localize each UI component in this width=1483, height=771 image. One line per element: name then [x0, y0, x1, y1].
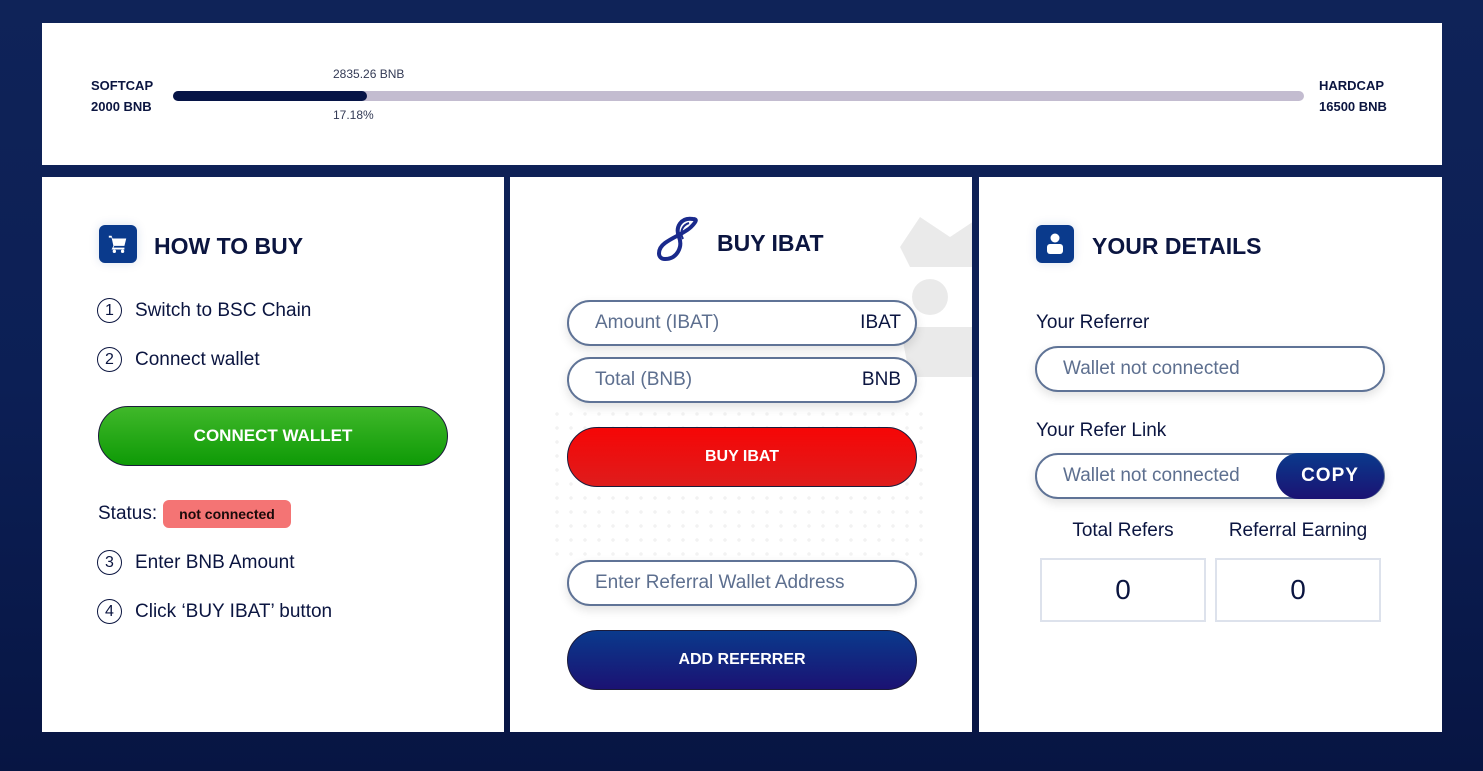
step-text: Connect wallet	[135, 348, 260, 370]
hardcap: HARDCAP 16500 BNB	[1319, 75, 1387, 117]
referrer-value: Wallet not connected	[1063, 358, 1240, 379]
copy-button[interactable]: COPY	[1276, 453, 1384, 499]
step-2: 2 Connect wallet	[97, 347, 260, 372]
progress-bar	[173, 91, 1304, 101]
ibat-logo-icon	[657, 216, 698, 262]
progress-fill	[173, 91, 368, 101]
hardcap-value: 16500 BNB	[1319, 99, 1387, 114]
refer-link-value: Wallet not connected	[1063, 465, 1240, 486]
your-details-title: YOUR DETAILS	[1092, 233, 1262, 259]
referral-earning-value: 0	[1215, 558, 1381, 622]
status-badge: not connected	[163, 500, 291, 528]
total-unit: BNB	[861, 369, 901, 390]
buy-panel: BUY IBAT Amount (IBAT) IBAT Total (BNB) …	[510, 177, 972, 732]
referrer-field: Wallet not connected	[1035, 346, 1385, 392]
how-to-buy-panel: HOW TO BUY 1 Switch to BSC Chain 2 Conne…	[42, 177, 504, 732]
step-text: Click ‘BUY IBAT’ button	[135, 600, 333, 622]
raised-amount: 2835.26 BNB	[333, 67, 405, 81]
softcap: SOFTCAP 2000 BNB	[91, 75, 153, 117]
step-number: 1	[97, 298, 122, 323]
step-1: 1 Switch to BSC Chain	[97, 298, 311, 323]
step-number: 3	[97, 550, 122, 575]
step-number: 2	[97, 347, 122, 372]
step-3: 3 Enter BNB Amount	[97, 550, 294, 575]
presale-progress-card: SOFTCAP 2000 BNB 2835.26 BNB 17.18% HARD…	[42, 23, 1442, 165]
refer-link-field: Wallet not connected COPY	[1035, 453, 1385, 499]
add-referrer-button[interactable]: ADD REFERRER	[567, 630, 917, 690]
buy-title: BUY IBAT	[717, 230, 824, 256]
referrer-label: Your Referrer	[1036, 312, 1150, 333]
buy-ibat-button[interactable]: BUY IBAT	[567, 427, 917, 487]
total-placeholder: Total (BNB)	[595, 369, 693, 390]
step-text: Switch to BSC Chain	[135, 299, 312, 321]
refer-link-label: Your Refer Link	[1036, 420, 1167, 441]
total-input[interactable]: Total (BNB) BNB	[567, 357, 917, 403]
status-label: Status:	[98, 503, 158, 524]
referral-address-input[interactable]: Enter Referral Wallet Address	[567, 560, 917, 606]
amount-unit: IBAT	[860, 312, 901, 333]
your-details-panel: YOUR DETAILS Your Referrer Wallet not co…	[979, 177, 1442, 732]
referral-placeholder: Enter Referral Wallet Address	[595, 572, 845, 593]
step-number: 4	[97, 599, 122, 624]
total-refers-value: 0	[1040, 558, 1206, 622]
user-icon	[1036, 225, 1074, 263]
progress-percent: 17.18%	[333, 108, 374, 122]
referral-earning-label: Referral Earning	[1228, 520, 1368, 541]
how-to-buy-title: HOW TO BUY	[154, 233, 304, 259]
step-4: 4 Click ‘BUY IBAT’ button	[97, 599, 332, 624]
amount-input[interactable]: Amount (IBAT) IBAT	[567, 300, 917, 346]
hardcap-label: HARDCAP	[1319, 78, 1384, 93]
step-text: Enter BNB Amount	[135, 551, 295, 573]
softcap-value: 2000 BNB	[91, 99, 152, 114]
total-refers-label: Total Refers	[1072, 520, 1174, 541]
amount-placeholder: Amount (IBAT)	[595, 312, 720, 333]
connect-wallet-button[interactable]: CONNECT WALLET	[98, 406, 448, 466]
connection-status: Status: not connected	[98, 500, 291, 528]
cart-icon	[99, 225, 137, 263]
softcap-label: SOFTCAP	[91, 78, 154, 93]
